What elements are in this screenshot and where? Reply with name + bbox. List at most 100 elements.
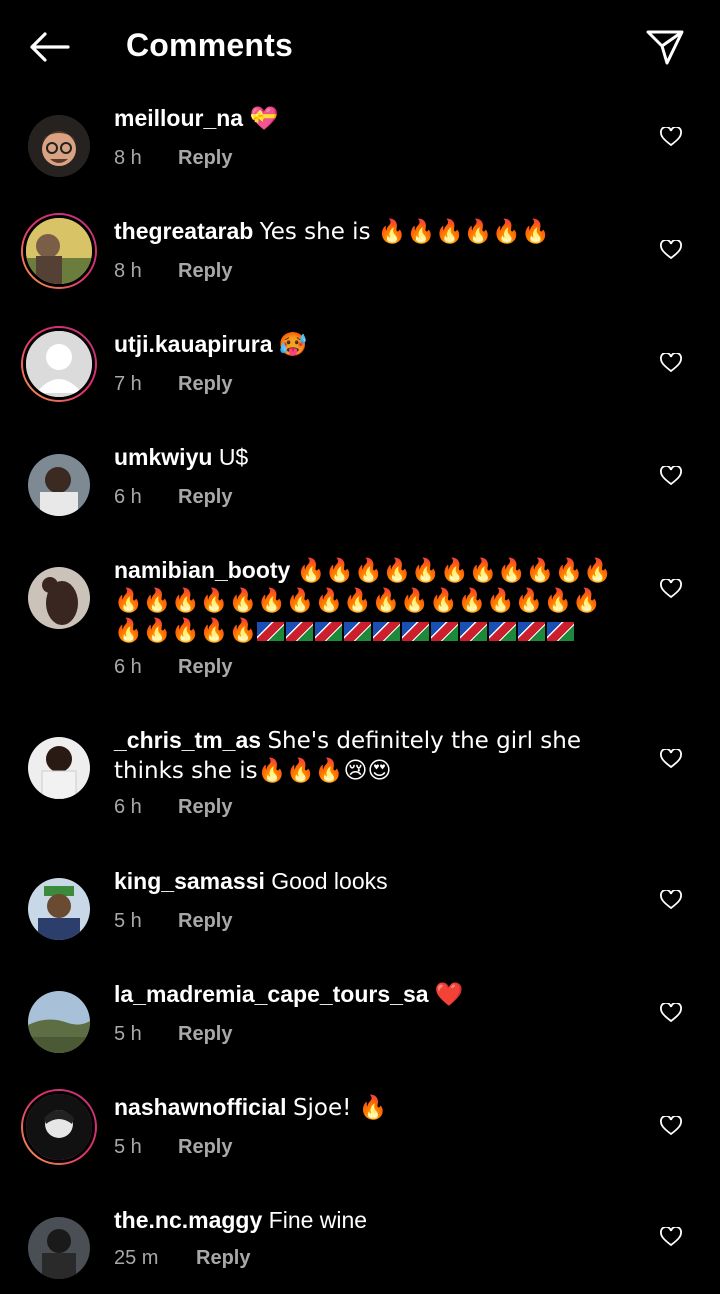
comment-item: the.nc.maggy Fine wine 25 m Reply — [0, 1202, 720, 1294]
comment-username[interactable]: _chris_tm_as — [114, 727, 261, 753]
default-avatar-icon — [26, 331, 92, 397]
reply-button[interactable]: Reply — [178, 260, 232, 283]
comment-item: king_samassi Good looks 5 h Reply — [0, 863, 720, 973]
namibia-flag-icon — [460, 622, 488, 641]
avatar-photo-icon — [26, 218, 92, 284]
comment-time: 6 h — [114, 796, 142, 818]
avatar[interactable] — [23, 328, 95, 400]
comment-username[interactable]: utji.kauapirura — [114, 331, 272, 357]
avatar-cartoon-icon — [28, 115, 90, 177]
avatar-landscape-icon — [28, 991, 90, 1053]
heart-icon — [660, 240, 682, 260]
namibia-flag-icon — [431, 622, 459, 641]
reply-button[interactable]: Reply — [196, 1247, 250, 1270]
reply-button[interactable]: Reply — [178, 1023, 232, 1046]
avatar[interactable] — [28, 991, 90, 1053]
comment-username[interactable]: thegreatarab — [114, 218, 253, 244]
reply-button[interactable]: Reply — [178, 910, 232, 933]
like-button[interactable] — [658, 463, 684, 489]
heart-icon — [660, 1003, 682, 1023]
comment-time: 25 m — [114, 1247, 159, 1269]
comment-text: U$ — [218, 444, 249, 470]
page-title: Comments — [126, 27, 293, 63]
reply-button[interactable]: Reply — [178, 796, 232, 819]
heart-icon — [660, 353, 682, 373]
comment-item: la_madremia_cape_tours_sa ❤️ 5 h Reply — [0, 976, 720, 1086]
avatar-photo-icon — [26, 1094, 92, 1160]
like-button[interactable] — [658, 1224, 684, 1250]
back-button[interactable] — [24, 22, 74, 72]
heart-icon — [660, 466, 682, 486]
comment-item: namibian_booty 🔥🔥🔥🔥🔥🔥🔥🔥🔥🔥🔥🔥🔥🔥🔥🔥🔥🔥🔥🔥🔥🔥🔥🔥🔥… — [0, 552, 720, 692]
comment-username[interactable]: umkwiyu — [114, 444, 212, 470]
comment-username[interactable]: nashawnofficial — [114, 1094, 287, 1120]
namibia-flag-icon — [257, 622, 285, 641]
comment-text: Fine wine — [268, 1207, 368, 1233]
comment-item: _chris_tm_as She's definitely the girl s… — [0, 722, 720, 842]
comment-item: meillour_na 💝 8 h Reply — [0, 100, 720, 210]
heart-icon — [660, 1116, 682, 1136]
avatar[interactable] — [28, 454, 90, 516]
comment-item: umkwiyu U$ 6 h Reply — [0, 439, 720, 549]
avatar[interactable] — [23, 215, 95, 287]
header: Comments — [0, 0, 720, 96]
reply-button[interactable]: Reply — [178, 373, 232, 396]
reply-button[interactable]: Reply — [178, 656, 232, 679]
namibia-flags — [257, 617, 576, 643]
comment-text: 🥵 — [278, 332, 308, 358]
comment-time: 7 h — [114, 373, 142, 395]
comment-text: Good looks — [271, 868, 388, 894]
comment-item: nashawnofficial Sjoe! 🔥 5 h Reply — [0, 1089, 720, 1199]
like-button[interactable] — [658, 237, 684, 263]
like-button[interactable] — [658, 350, 684, 376]
comment-username[interactable]: meillour_na — [114, 105, 243, 131]
comment-time: 5 h — [114, 1023, 142, 1045]
comment-username[interactable]: the.nc.maggy — [114, 1207, 262, 1233]
comment-time: 6 h — [114, 486, 142, 508]
share-button[interactable] — [640, 22, 690, 72]
like-button[interactable] — [658, 887, 684, 913]
namibia-flag-icon — [373, 622, 401, 641]
comment-item: thegreatarab Yes she is 🔥🔥🔥🔥🔥🔥 8 h Reply — [0, 213, 720, 323]
avatar[interactable] — [28, 737, 90, 799]
comment-text: Sjoe! 🔥 — [292, 1095, 388, 1121]
heart-icon — [660, 1227, 682, 1247]
namibia-flag-icon — [402, 622, 430, 641]
avatar[interactable] — [28, 1217, 90, 1279]
avatar[interactable] — [28, 878, 90, 940]
heart-icon — [660, 890, 682, 910]
arrow-left-icon — [30, 32, 70, 62]
avatar[interactable] — [28, 567, 90, 629]
comment-time: 8 h — [114, 147, 142, 169]
comment-time: 5 h — [114, 1136, 142, 1158]
avatar-photo-icon — [28, 567, 90, 629]
avatar[interactable] — [28, 115, 90, 177]
namibia-flag-icon — [518, 622, 546, 641]
avatar-photo-icon — [28, 1217, 90, 1279]
heart-icon — [660, 579, 682, 599]
comment-username[interactable]: king_samassi — [114, 868, 265, 894]
namibia-flag-icon — [489, 622, 517, 641]
like-button[interactable] — [658, 746, 684, 772]
comment-text: ❤️ — [434, 982, 464, 1008]
reply-button[interactable]: Reply — [178, 147, 232, 170]
avatar[interactable] — [23, 1091, 95, 1163]
like-button[interactable] — [658, 1113, 684, 1139]
comment-time: 5 h — [114, 910, 142, 932]
avatar-photo-icon — [28, 737, 90, 799]
comment-text: Yes she is 🔥🔥🔥🔥🔥🔥 — [259, 219, 550, 245]
heart-icon — [660, 749, 682, 769]
comment-text: 💝 — [249, 106, 279, 132]
comment-time: 8 h — [114, 260, 142, 282]
namibia-flag-icon — [286, 622, 314, 641]
namibia-flag-icon — [344, 622, 372, 641]
comment-username[interactable]: la_madremia_cape_tours_sa — [114, 981, 429, 1007]
like-button[interactable] — [658, 124, 684, 150]
comment-username[interactable]: namibian_booty — [114, 557, 290, 583]
comment-item: utji.kauapirura 🥵 7 h Reply — [0, 326, 720, 436]
reply-button[interactable]: Reply — [178, 486, 232, 509]
reply-button[interactable]: Reply — [178, 1136, 232, 1159]
namibia-flag-icon — [315, 622, 343, 641]
like-button[interactable] — [658, 1000, 684, 1026]
like-button[interactable] — [658, 576, 684, 602]
